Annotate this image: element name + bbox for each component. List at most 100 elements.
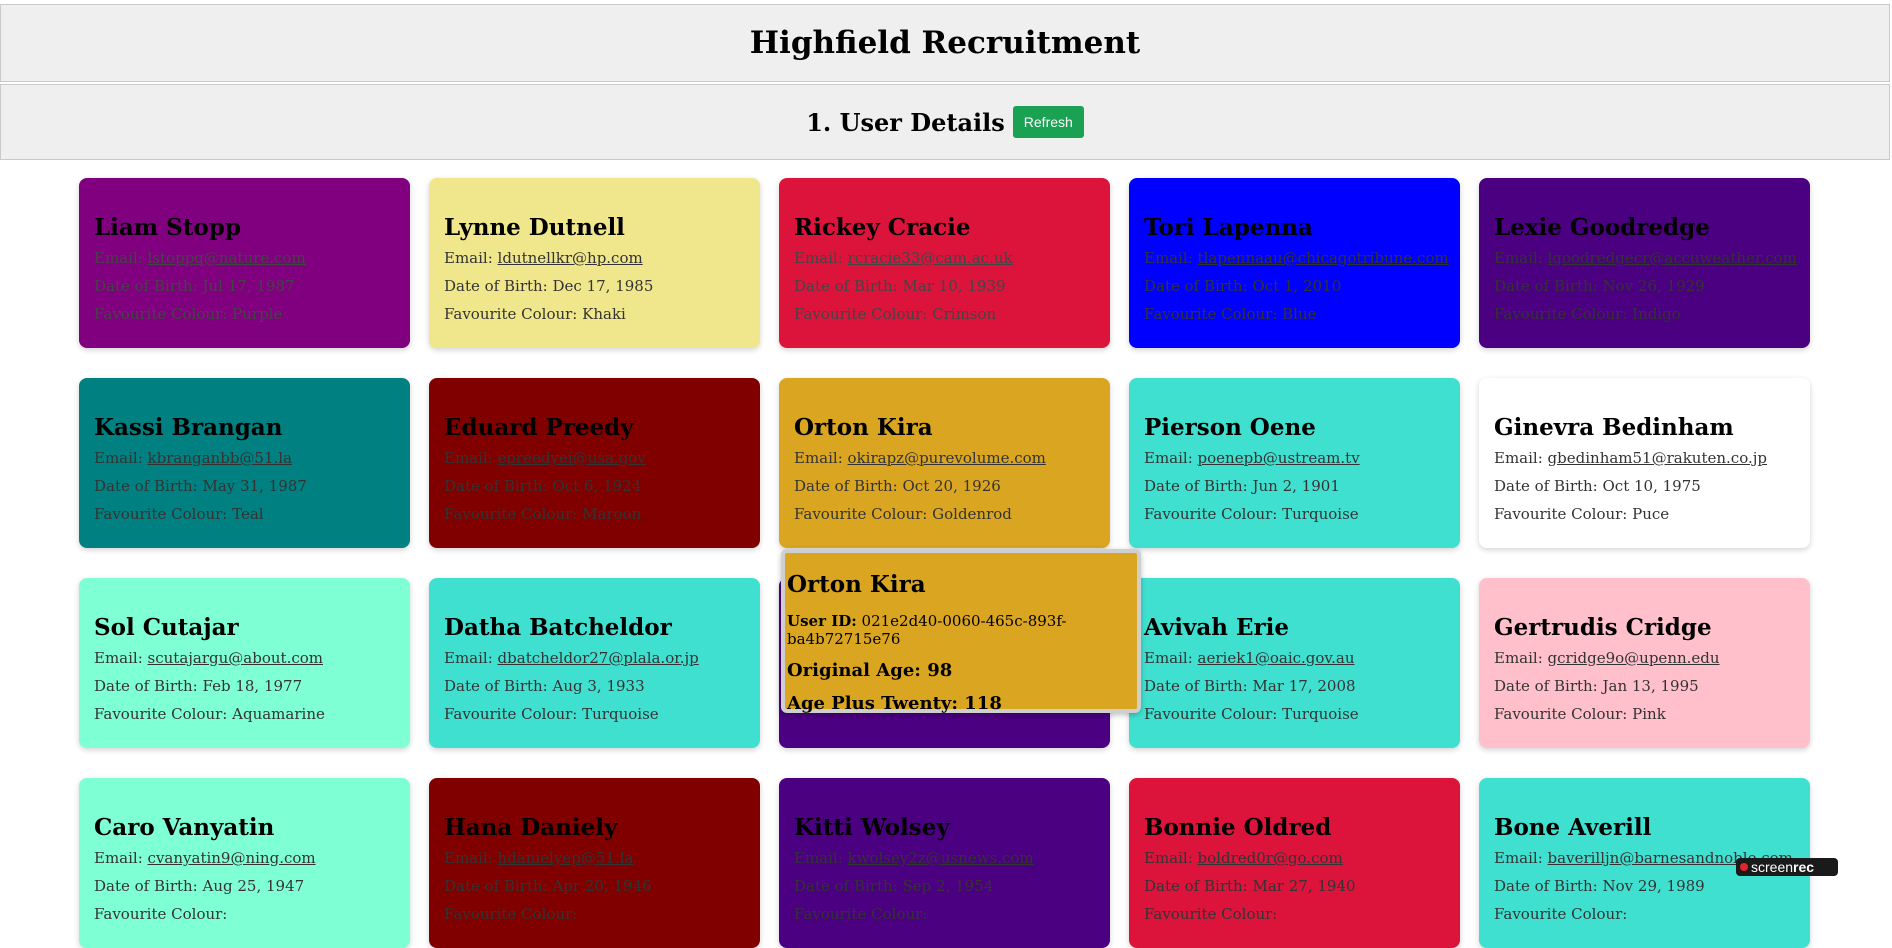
dob-label: Date of Birth:	[1144, 277, 1253, 295]
email-link[interactable]: aeriek1@oaic.gov.au	[1198, 649, 1355, 667]
dob-label: Date of Birth:	[444, 277, 553, 295]
email-label: Email:	[444, 849, 498, 867]
user-card[interactable]: Lexie Goodredge Email: lgoodredgecr@accuw…	[1479, 178, 1810, 348]
user-card[interactable]: Avivah Erie Email: aeriek1@oaic.gov.au Dat…	[1129, 578, 1460, 748]
popup-original-age-value: 98	[927, 660, 953, 681]
colour-label: Favourite Colour:	[1494, 305, 1633, 323]
user-name: Lexie Goodredge	[1494, 214, 1710, 241]
dob-value: Oct 10, 1975	[1602, 477, 1701, 495]
colour-value: Khaki	[582, 305, 626, 323]
dob-label: Date of Birth:	[1144, 677, 1253, 695]
colour-label: Favourite Colour:	[1144, 705, 1283, 723]
user-name: Bonnie Oldred	[1144, 814, 1332, 841]
refresh-button[interactable]: Refresh	[1012, 106, 1084, 138]
email-link[interactable]: boldred0r@go.com	[1198, 849, 1343, 867]
user-card[interactable]: Gertrudis Cridge Email: gcridge9o@upenn.e…	[1479, 578, 1810, 748]
user-favourite-colour: Favourite Colour: Indigo	[1494, 305, 1795, 323]
user-name: Hana Daniely	[444, 814, 618, 841]
dob-value: Apr 20, 1946	[552, 877, 652, 895]
user-card[interactable]: Kitti Wolsey Email: kwolsey2z@usnews.com D…	[779, 778, 1110, 948]
user-card[interactable]: Rickey Cracie Email: rcracie33@cam.ac.uk D…	[779, 178, 1110, 348]
email-link[interactable]: gbedinham51@rakuten.co.jp	[1548, 449, 1767, 467]
user-name: Pierson Oene	[1144, 414, 1316, 441]
user-card[interactable]: Hana Daniely Email: hdanielyep@51.la Date …	[429, 778, 760, 948]
email-link[interactable]: cvanyatin9@ning.com	[148, 849, 316, 867]
email-link[interactable]: rcracie33@cam.ac.uk	[848, 249, 1013, 267]
dob-label: Date of Birth:	[1144, 877, 1253, 895]
email-label: Email:	[1494, 449, 1548, 467]
colour-label: Favourite Colour:	[94, 305, 233, 323]
dob-value: Nov 26, 1929	[1602, 277, 1705, 295]
dob-value: Mar 27, 1940	[1252, 877, 1356, 895]
user-dob: Date of Birth: Mar 27, 1940	[1144, 877, 1445, 895]
user-name: Rickey Cracie	[794, 214, 971, 241]
user-card[interactable]: Kassi Brangan Email: kbranganbb@51.la Date…	[79, 378, 410, 548]
user-card[interactable]: Ginevra Bedinham Email: gbedinham51@rakut…	[1479, 378, 1810, 548]
user-dob: Date of Birth: Jan 13, 1995	[1494, 677, 1795, 695]
user-dob: Date of Birth: Oct 6, 1924	[444, 477, 745, 495]
user-email: Email: aeriek1@oaic.gov.au	[1144, 649, 1445, 667]
popup-age-plus-twenty-label: Age Plus Twenty:	[787, 693, 958, 714]
user-card[interactable]: Bonnie Oldred Email: boldred0r@go.com Date…	[1129, 778, 1460, 948]
email-link[interactable]: lgoodredgecr@accuweather.com	[1548, 249, 1797, 267]
user-email: Email: cvanyatin9@ning.com	[94, 849, 395, 867]
dob-label: Date of Birth:	[794, 277, 903, 295]
user-dob: Date of Birth: Aug 3, 1933	[444, 677, 745, 695]
colour-value: Purple	[232, 305, 283, 323]
popup-user-name: Orton Kira	[787, 571, 926, 598]
user-card[interactable]: Lynne Dutnell Email: ldutnellkr@hp.com Dat…	[429, 178, 760, 348]
email-link[interactable]: okirapz@purevolume.com	[848, 449, 1046, 467]
email-label: Email:	[794, 249, 848, 267]
record-dot-icon	[1740, 863, 1748, 871]
user-card[interactable]: Orton Kira Email: okirapz@purevolume.com D…	[779, 378, 1110, 548]
dob-label: Date of Birth:	[794, 477, 903, 495]
section-title: 1. User Details	[806, 107, 1005, 137]
colour-value: Puce	[1632, 505, 1670, 523]
user-email: Email: epreedyei@usa.gov	[444, 449, 745, 467]
email-link[interactable]: dbatcheldor27@plala.or.jp	[498, 649, 699, 667]
user-dob: Date of Birth: Aug 25, 1947	[94, 877, 395, 895]
user-card[interactable]: Eduard Preedy Email: epreedyei@usa.gov Dat…	[429, 378, 760, 548]
user-card[interactable]: Caro Vanyatin Email: cvanyatin9@ning.com D…	[79, 778, 410, 948]
user-email: Email: scutajargu@about.com	[94, 649, 395, 667]
colour-value: Turquoise	[1282, 505, 1359, 523]
email-link[interactable]: tlapennaau@chicagotribune.com	[1198, 249, 1449, 267]
colour-label: Favourite Colour:	[1144, 505, 1283, 523]
user-email: Email: kbranganbb@51.la	[94, 449, 395, 467]
user-card[interactable]: Tori Lapenna Email: tlapennaau@chicagotri…	[1129, 178, 1460, 348]
dob-value: Oct 20, 1926	[902, 477, 1001, 495]
user-card[interactable]: Pierson Oene Email: poenepb@ustream.tv Dat…	[1129, 378, 1460, 548]
popup-original-age-label: Original Age:	[787, 660, 921, 681]
email-link[interactable]: ldutnellkr@hp.com	[498, 249, 643, 267]
colour-label: Favourite Colour:	[444, 305, 583, 323]
popup-age-plus-twenty-value: 118	[964, 693, 1002, 714]
email-link[interactable]: hdanielyep@51.la	[498, 849, 634, 867]
dob-value: Nov 29, 1989	[1602, 877, 1705, 895]
user-favourite-colour: Favourite Colour: Puce	[1494, 505, 1795, 523]
user-favourite-colour: Favourite Colour: Khaki	[444, 305, 745, 323]
email-link[interactable]: gcridge9o@upenn.edu	[1548, 649, 1720, 667]
watermark-text-bold: rec	[1793, 859, 1815, 875]
email-link[interactable]: scutajargu@about.com	[148, 649, 323, 667]
dob-value: Jul 17, 1987	[202, 277, 295, 295]
user-email: Email: boldred0r@go.com	[1144, 849, 1445, 867]
user-card[interactable]: Sol Cutajar Email: scutajargu@about.com Da…	[79, 578, 410, 748]
email-link[interactable]: kbranganbb@51.la	[148, 449, 292, 467]
user-dob: Date of Birth: Sep 2, 1954	[794, 877, 1095, 895]
dob-label: Date of Birth:	[94, 277, 203, 295]
email-label: Email:	[94, 449, 148, 467]
dob-label: Date of Birth:	[444, 477, 553, 495]
app-header: Highfield Recruitment	[0, 4, 1890, 82]
colour-label: Favourite Colour:	[1494, 505, 1633, 523]
watermark-text-light: screen	[1751, 859, 1794, 875]
email-link[interactable]: lstoppq@nature.com	[148, 249, 306, 267]
popup-user-id: User ID: 021e2d40-0060-465c-893f-ba4b727…	[787, 612, 1135, 648]
user-detail-popup: Orton Kira User ID: 021e2d40-0060-465c-8…	[781, 549, 1141, 714]
user-dob: Date of Birth: Jul 17, 1987	[94, 277, 395, 295]
user-card[interactable]: Datha Batcheldor Email: dbatcheldor27@pla…	[429, 578, 760, 748]
user-card[interactable]: Liam Stopp Email: lstoppq@nature.com Date …	[79, 178, 410, 348]
user-favourite-colour: Favourite Colour: Crimson	[794, 305, 1095, 323]
email-link[interactable]: kwolsey2z@usnews.com	[848, 849, 1034, 867]
email-link[interactable]: epreedyei@usa.gov	[498, 449, 646, 467]
email-link[interactable]: poenepb@ustream.tv	[1198, 449, 1360, 467]
